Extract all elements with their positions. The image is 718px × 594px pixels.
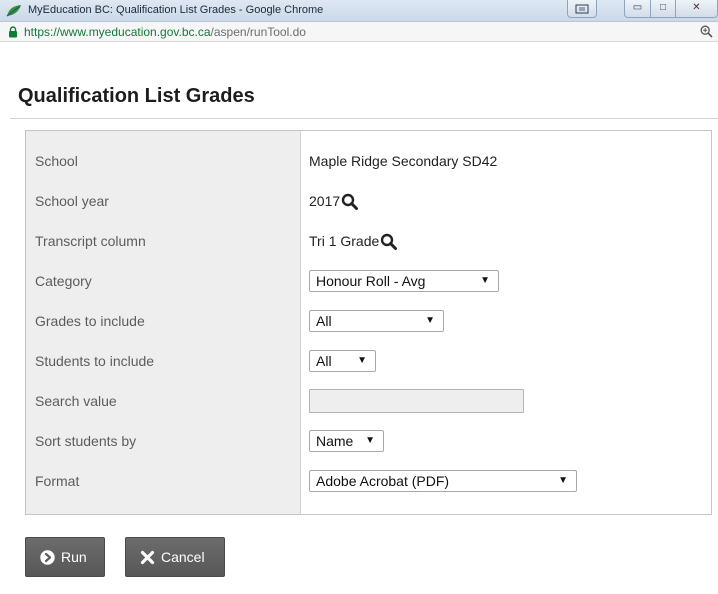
address-bar[interactable]: https://www.myeducation.gov.bc.ca/aspen/… <box>0 22 718 42</box>
url-host: https://www.myeducation.gov.bc.ca <box>24 25 211 39</box>
field-value-sort-students-by: Name ▼ <box>309 421 384 461</box>
page-title: Qualification List Grades <box>18 85 255 107</box>
url-text[interactable]: https://www.myeducation.gov.bc.ca/aspen/… <box>24 25 306 39</box>
window-close-button[interactable]: ✕ <box>675 0 718 18</box>
lock-icon <box>9 26 17 38</box>
field-value-school-year: 2017 <box>309 181 359 221</box>
field-value-school: Maple Ridge Secondary SD42 <box>309 141 497 181</box>
chevron-down-icon: ▼ <box>357 355 367 366</box>
category-select[interactable]: Honour Roll - Avg ▼ <box>309 270 499 292</box>
field-value-search-value <box>309 381 524 421</box>
field-label-format: Format <box>35 473 80 489</box>
title-divider <box>10 118 718 119</box>
field-label-school: School <box>35 153 78 169</box>
form-row-school-year: School year 2017 <box>26 181 711 221</box>
grades-to-include-select[interactable]: All ▼ <box>309 310 444 332</box>
form-row-sort-students-by: Sort students by Name ▼ <box>26 421 711 461</box>
school-value: Maple Ridge Secondary SD42 <box>309 153 498 169</box>
field-label-sort-students-by: Sort students by <box>35 433 137 449</box>
chevron-down-icon: ▼ <box>365 435 375 446</box>
field-label-category: Category <box>35 273 92 289</box>
sort-students-by-select[interactable]: Name ▼ <box>309 430 384 452</box>
run-button-label: Run <box>61 549 87 565</box>
school-year-lookup-icon[interactable] <box>341 193 359 210</box>
form-row-transcript-column: Transcript column Tri 1 Grade <box>26 221 711 261</box>
search-value-input[interactable] <box>309 389 524 413</box>
category-selected: Honour Roll - Avg <box>316 273 426 289</box>
zoom-icon[interactable] <box>700 25 713 38</box>
x-icon <box>140 550 155 564</box>
students-to-include-select[interactable]: All ▼ <box>309 350 376 372</box>
sort-students-by-selected: Name <box>316 433 354 449</box>
window-maximize-button[interactable]: □ <box>650 0 676 18</box>
window-extra-button[interactable] <box>567 0 597 18</box>
format-select[interactable]: Adobe Acrobat (PDF) ▼ <box>309 470 577 492</box>
field-value-students-to-include: All ▼ <box>309 341 376 381</box>
play-circle-icon <box>40 549 55 565</box>
field-label-transcript-column: Transcript column <box>35 233 146 249</box>
chevron-down-icon: ▼ <box>558 475 568 486</box>
form-row-school: School Maple Ridge Secondary SD42 <box>26 141 711 181</box>
chevron-down-icon: ▼ <box>425 315 435 326</box>
run-button[interactable]: Run <box>25 537 105 577</box>
window-title: MyEducation BC: Qualification List Grade… <box>28 4 324 16</box>
transcript-column-lookup-icon[interactable] <box>380 233 398 250</box>
form-row-grades-to-include: Grades to include All ▼ <box>26 301 711 341</box>
report-form: School Maple Ridge Secondary SD42 School… <box>25 130 712 515</box>
transcript-column-value: Tri 1 Grade <box>309 233 380 249</box>
students-to-include-selected: All <box>316 353 332 369</box>
form-row-students-to-include: Students to include All ▼ <box>26 341 711 381</box>
field-value-format: Adobe Acrobat (PDF) ▼ <box>309 461 577 501</box>
format-selected: Adobe Acrobat (PDF) <box>316 473 450 489</box>
field-value-transcript-column: Tri 1 Grade <box>309 221 398 261</box>
field-value-category: Honour Roll - Avg ▼ <box>309 261 499 301</box>
chevron-down-icon: ▼ <box>480 275 490 286</box>
leaf-logo-icon <box>6 5 21 17</box>
grades-to-include-selected: All <box>316 313 332 329</box>
field-label-school-year: School year <box>35 193 109 209</box>
form-row-category: Category Honour Roll - Avg ▼ <box>26 261 711 301</box>
url-path: /aspen/runTool.do <box>210 25 306 39</box>
window-minimize-button[interactable]: ▭ <box>624 0 651 18</box>
field-label-students-to-include: Students to include <box>35 353 155 369</box>
window-title-bar: MyEducation BC: Qualification List Grade… <box>0 0 718 22</box>
cancel-button[interactable]: Cancel <box>125 537 225 577</box>
form-row-search-value: Search value <box>26 381 711 421</box>
school-year-value: 2017 <box>309 193 341 209</box>
field-label-search-value: Search value <box>35 393 117 409</box>
field-value-grades-to-include: All ▼ <box>309 301 444 341</box>
cancel-button-label: Cancel <box>161 549 205 565</box>
form-row-format: Format Adobe Acrobat (PDF) ▼ <box>26 461 711 501</box>
field-label-grades-to-include: Grades to include <box>35 313 145 329</box>
